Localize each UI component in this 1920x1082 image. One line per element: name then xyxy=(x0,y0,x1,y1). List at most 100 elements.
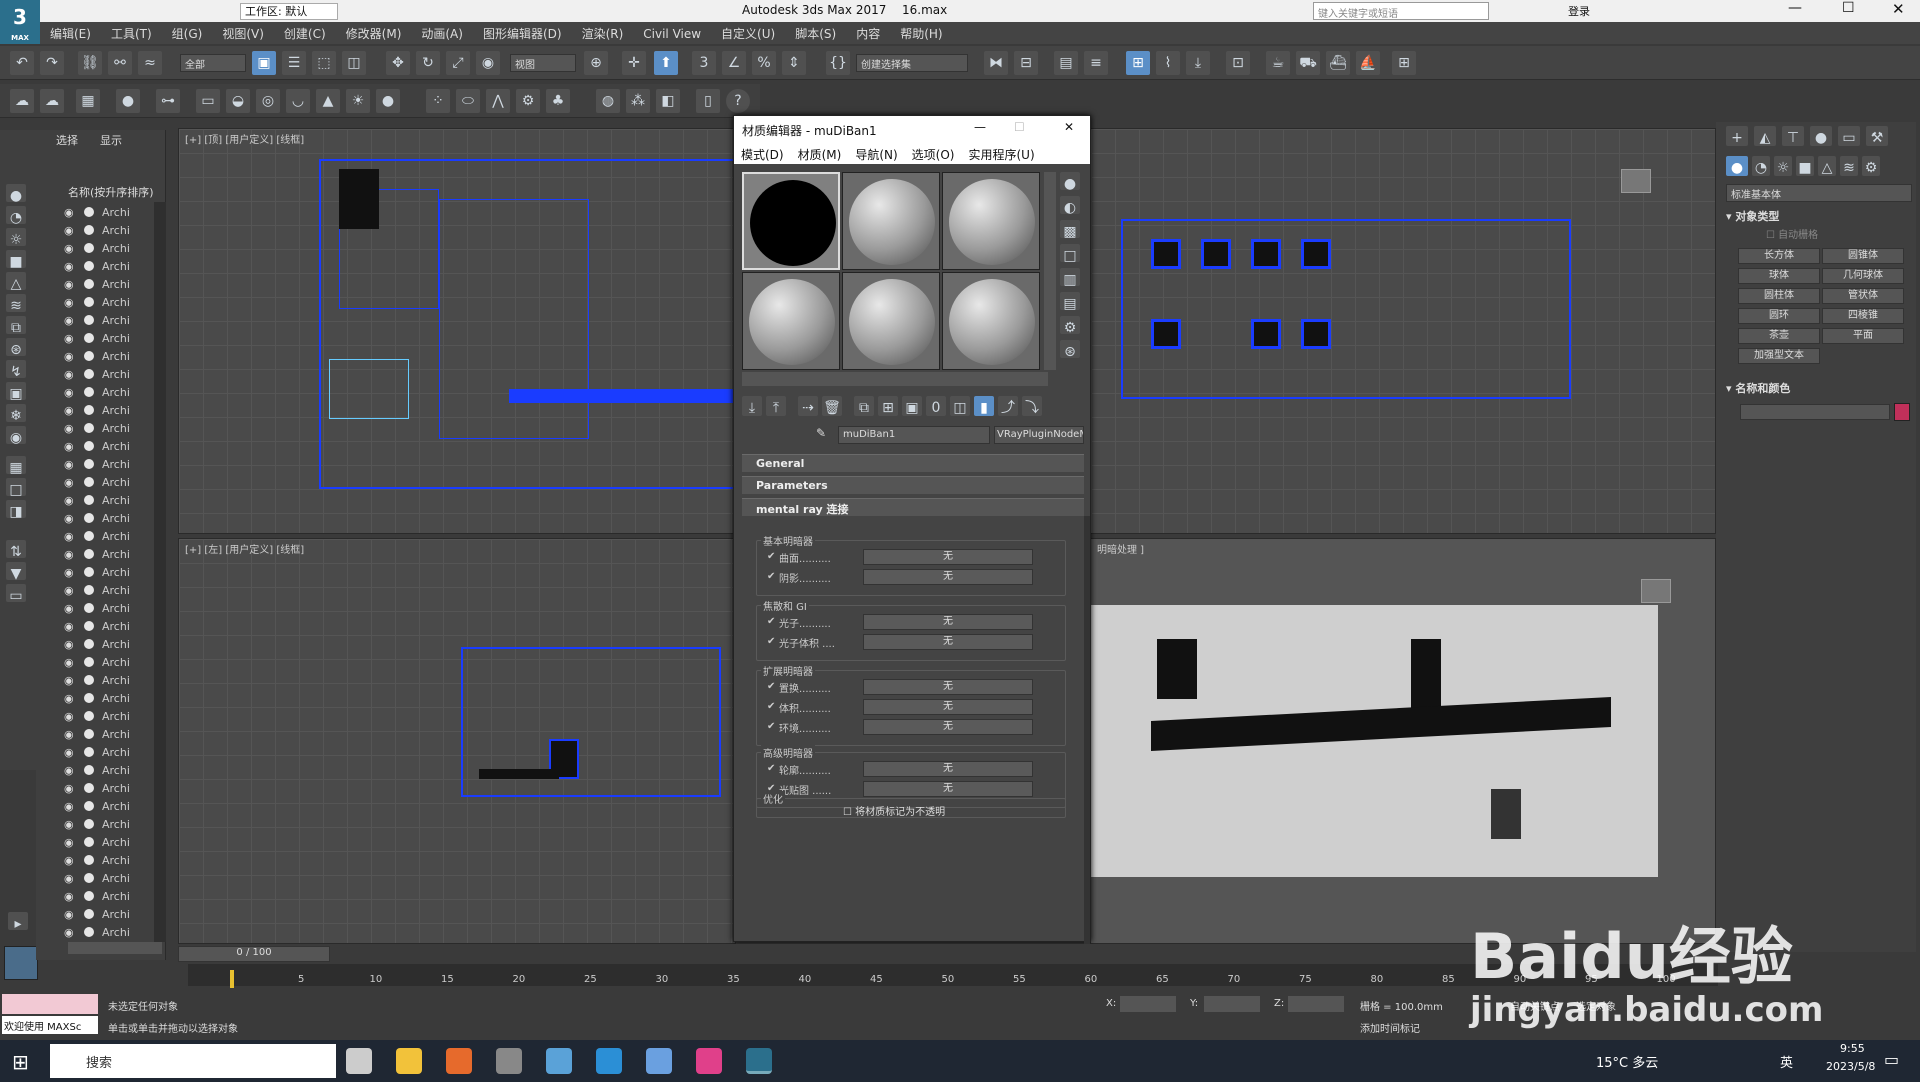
tube-icon[interactable]: ⊶ xyxy=(156,89,180,113)
unlink-icon[interactable]: ⚯ xyxy=(108,51,132,75)
capsule-icon[interactable]: ⬭ xyxy=(456,89,480,113)
visibility-eye-icon[interactable]: ◉ xyxy=(64,278,78,292)
render-dot-icon[interactable] xyxy=(84,657,94,667)
notification-icon[interactable]: ▭ xyxy=(1884,1050,1899,1069)
material-editor-scrollbar[interactable] xyxy=(1084,516,1090,956)
weather[interactable]: 15°C 多云 xyxy=(1596,1052,1658,1071)
render-dot-icon[interactable] xyxy=(84,639,94,649)
object-name-field[interactable] xyxy=(1740,404,1890,420)
uv-tiling-icon[interactable]: □ xyxy=(1060,244,1080,264)
render-dot-icon[interactable] xyxy=(84,387,94,397)
visibility-eye-icon[interactable]: ◉ xyxy=(64,512,78,526)
shapes-icon[interactable]: ◔ xyxy=(1752,156,1770,176)
shader-map-button[interactable]: 无 xyxy=(863,569,1033,585)
viewcube-icon[interactable] xyxy=(1641,579,1671,603)
render-dot-icon[interactable] xyxy=(84,855,94,865)
visibility-eye-icon[interactable]: ◉ xyxy=(64,332,78,346)
render-dot-icon[interactable] xyxy=(84,351,94,361)
maximize-icon[interactable]: ☐ xyxy=(1014,120,1025,134)
group-filter-icon[interactable]: ⧉ xyxy=(6,316,26,336)
rollout-object-type[interactable]: ▾ 对象类型 xyxy=(1726,208,1779,224)
render-dot-icon[interactable] xyxy=(84,747,94,757)
viewport-top[interactable]: [+] [顶] [用户定义] [线框] xyxy=(178,128,736,534)
sample-type-icon[interactable]: ● xyxy=(1060,172,1080,192)
render-dot-icon[interactable] xyxy=(84,495,94,505)
helpers-icon[interactable]: △ xyxy=(1818,156,1836,176)
visibility-eye-icon[interactable]: ◉ xyxy=(64,890,78,904)
put-to-scene-icon[interactable]: ⤒ xyxy=(766,396,786,416)
x-field[interactable] xyxy=(1120,996,1176,1012)
bone-filter-icon[interactable]: ↯ xyxy=(6,360,26,380)
cameras-icon[interactable]: ■ xyxy=(1796,156,1814,176)
login-button[interactable]: 登录 xyxy=(1568,3,1590,19)
maxscript-text[interactable]: 欢迎使用 MAXSc xyxy=(2,1016,98,1034)
render-dot-icon[interactable] xyxy=(84,783,94,793)
render-dot-icon[interactable] xyxy=(84,621,94,631)
clock-date[interactable]: 2023/5/8 xyxy=(1826,1060,1875,1073)
slot-hscrollbar[interactable] xyxy=(742,372,1048,386)
selection-filter[interactable]: 全部 xyxy=(180,54,246,72)
menu-view[interactable]: 视图(V) xyxy=(212,22,274,45)
visibility-eye-icon[interactable]: ◉ xyxy=(64,530,78,544)
opaque-checkbox[interactable]: ☐ 将材质标记为不透明 xyxy=(843,803,945,818)
snaps-icon[interactable]: 3 xyxy=(692,51,716,75)
shader-checkbox[interactable]: ✔ xyxy=(767,721,775,732)
ime-indicator[interactable]: 英 xyxy=(1780,1052,1793,1071)
render-dot-icon[interactable] xyxy=(84,765,94,775)
render-dot-icon[interactable] xyxy=(84,513,94,523)
visibility-eye-icon[interactable]: ◉ xyxy=(64,710,78,724)
link-icon[interactable]: ⛓ xyxy=(78,51,102,75)
sun-icon[interactable]: ☀ xyxy=(346,89,370,113)
app-icon[interactable] xyxy=(696,1048,722,1074)
render-dot-icon[interactable] xyxy=(84,297,94,307)
material-slot[interactable] xyxy=(842,172,940,270)
viewport-front[interactable] xyxy=(1090,128,1716,534)
render-dot-icon[interactable] xyxy=(84,837,94,847)
material-type-button[interactable]: VRayPluginNodeMt xyxy=(994,426,1084,444)
shader-map-button[interactable]: 无 xyxy=(863,549,1033,565)
maxscript-mini-listener[interactable] xyxy=(2,994,98,1014)
rollout-mental-ray[interactable]: mental ray 连接 xyxy=(742,498,1084,516)
slot-scrollbar[interactable] xyxy=(1044,172,1056,370)
shader-checkbox[interactable]: ✔ xyxy=(767,616,775,627)
search-input[interactable]: 键入关键字或短语 xyxy=(1313,2,1489,20)
visibility-eye-icon[interactable]: ◉ xyxy=(64,656,78,670)
shader-map-button[interactable]: 无 xyxy=(863,634,1033,650)
render-dot-icon[interactable] xyxy=(84,693,94,703)
horizontal-scrollbar[interactable] xyxy=(68,942,162,954)
shader-map-button[interactable]: 无 xyxy=(863,699,1033,715)
visibility-eye-icon[interactable]: ◉ xyxy=(64,584,78,598)
render-dot-icon[interactable] xyxy=(84,531,94,541)
render-dot-icon[interactable] xyxy=(84,891,94,901)
a360-icon[interactable]: ⊞ xyxy=(1392,51,1416,75)
visibility-eye-icon[interactable]: ◉ xyxy=(64,854,78,868)
visibility-eye-icon[interactable]: ◉ xyxy=(64,836,78,850)
sort-icon[interactable]: ⇅ xyxy=(6,540,26,560)
z-field[interactable] xyxy=(1288,996,1344,1012)
max-logo[interactable]: 3 MAX xyxy=(0,0,40,44)
material-slot[interactable] xyxy=(742,172,840,270)
visibility-eye-icon[interactable]: ◉ xyxy=(64,422,78,436)
render-dot-icon[interactable] xyxy=(84,675,94,685)
create-button[interactable]: 管状体 xyxy=(1822,288,1904,304)
add-time-tag[interactable]: 添加时间标记 xyxy=(1360,1020,1420,1035)
menu-create[interactable]: 创建(C) xyxy=(274,22,336,45)
shader-map-button[interactable]: 无 xyxy=(863,679,1033,695)
shader-checkbox[interactable]: ✔ xyxy=(767,681,775,692)
cloud-outline-icon[interactable]: ☁ xyxy=(40,89,64,113)
camera-filter-icon[interactable]: ■ xyxy=(6,250,26,270)
make-unique-icon[interactable]: ⧉ xyxy=(854,396,874,416)
background-icon[interactable]: ▩ xyxy=(1060,220,1080,240)
schematic-view-icon[interactable]: ⌇ xyxy=(1156,51,1180,75)
viewport-layout-icon[interactable] xyxy=(4,946,38,980)
render-dot-icon[interactable] xyxy=(84,909,94,919)
menu-graph-editors[interactable]: 图形编辑器(D) xyxy=(473,22,572,45)
menu-help[interactable]: 帮助(H) xyxy=(890,22,952,45)
create-button[interactable]: 平面 xyxy=(1822,328,1904,344)
percent-snap-icon[interactable]: % xyxy=(752,51,776,75)
frame-buffer-icon[interactable]: ◧ xyxy=(656,89,680,113)
bind-spacewarp-icon[interactable]: ≈ xyxy=(138,51,162,75)
menu-customize[interactable]: 自定义(U) xyxy=(711,22,785,45)
tripod-icon[interactable]: ⋀ xyxy=(486,89,510,113)
file-explorer-icon[interactable] xyxy=(396,1048,422,1074)
